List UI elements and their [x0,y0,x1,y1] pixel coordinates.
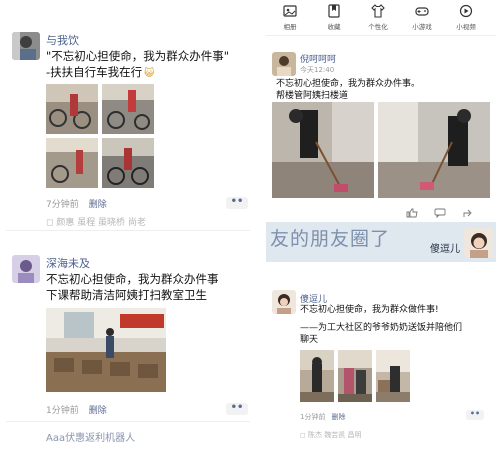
poster-name[interactable]: 深海未及 [46,255,90,271]
collection-icon [328,4,340,18]
moment-post: 倪呵呵呵 今天12:40 不忘初心担使命，我为群众办件事。 帮楼管阿姨扫楼道 [266,44,496,220]
like-icon[interactable] [406,208,418,218]
post-time: 7分钟前 [46,200,79,210]
post-text-line-2: -扶扶自行车我在行 😺 [46,65,155,79]
album-icon [283,5,297,17]
post-meta: 7分钟前 删除 [46,197,107,210]
post-meta: 1分钟前 删除 [300,412,345,422]
likes-row: ◻ 颜惠 虽程 虽晓桥 尚老 [46,218,146,228]
post-photo[interactable] [376,350,410,402]
post-photo[interactable] [300,350,334,402]
moments-banner: 友的朋友圈了 傻逗儿 [266,222,496,262]
post-text-line-3: 聊天 [300,335,319,345]
more-button[interactable]: •• [226,403,248,415]
comment-icon[interactable] [434,208,446,218]
share-icon[interactable] [462,208,474,218]
divider [6,421,250,422]
shortcut-minigame[interactable]: 小游戏 [406,4,438,31]
post-text-line-2: 下课帮助清洁阿姨打扫教室卫生 [46,288,207,302]
banner-text: 友的朋友圈了 [270,228,391,250]
banner-avatar[interactable] [464,228,494,258]
avatar[interactable] [272,52,296,76]
shortcut-personalize[interactable]: 个性化 [362,4,394,31]
post-time: 今天12:40 [300,66,335,74]
post-photo[interactable] [378,102,490,198]
shortcut-short-video[interactable]: 小视频 [450,4,482,31]
delete-link[interactable]: 删除 [89,200,107,210]
post-text-line-1: 不忘初心担使命，我为群众做件事! [300,305,439,315]
post-photo[interactable] [46,84,98,134]
moment-post: 深海未及 不忘初心担使命，我为群众办件事 下课帮助清洁阿姨打扫教室卫生 1分钟前… [6,245,250,445]
post-text-line-2: 帮楼管阿姨扫楼道 [276,91,349,101]
gamepad-icon [415,7,429,16]
poster-name[interactable]: 倪呵呵呵 [300,52,336,65]
poster-name[interactable]: 与我饮 [46,32,79,48]
more-button[interactable]: •• [226,197,248,209]
next-poster-name[interactable]: Aaa伏惠返利机器人 [46,429,135,444]
left-screenshot: 与我饮 "不忘初心担使命，我为群众办件事" -扶扶自行车我在行 😺 7分钟前 删除 … [6,0,250,451]
moment-post: 与我饮 "不忘初心担使命，我为群众办件事" -扶扶自行车我在行 😺 7分钟前 删除 … [6,0,250,228]
post-time: 1分钟前 [46,406,79,416]
post-photo[interactable] [102,138,154,188]
cat-emoji-icon: 😺 [144,68,155,79]
divider [6,230,250,231]
post-photo[interactable] [338,350,372,402]
post-photo[interactable] [272,102,374,198]
post-photo[interactable] [46,138,98,188]
moment-post: 傻逗儿 不忘初心担使命，我为群众做件事! ——为工大社区的爷爷奶奶送饭并陪他们 … [266,284,496,451]
post-text-line-1: 不忘初心担使命，我为群众办件事。 [276,79,421,89]
avatar[interactable] [12,255,40,283]
post-photo[interactable] [102,84,154,134]
avatar[interactable] [272,290,296,314]
delete-link[interactable]: 删除 [331,413,345,421]
post-text-line-1: "不忘初心担使命，我为群众办件事" [46,49,230,63]
right-screenshot: 相册 收藏 个性化 小游戏 小视频 倪呵呵呵 今天12:40 不忘初心担使命，我… [266,0,496,451]
shortcut-collection[interactable]: 收藏 [318,4,350,31]
avatar[interactable] [12,32,40,60]
clothes-icon [371,4,385,18]
post-photo[interactable] [46,308,166,392]
discover-icon-bar: 相册 收藏 个性化 小游戏 小视频 [266,0,496,36]
delete-link[interactable]: 删除 [89,406,107,416]
banner-user-name[interactable]: 傻逗儿 [430,240,460,255]
post-text-line-1: 不忘初心担使命，我为群众办件事 [46,272,219,286]
more-button[interactable]: •• [466,410,484,420]
post-text-line-2: ——为工大社区的爷爷奶奶送饭并陪他们 [300,323,463,333]
post-meta: 1分钟前 删除 [46,403,107,416]
video-icon [459,4,473,18]
shortcut-album[interactable]: 相册 [274,4,306,31]
likes-row: ◻ 陈杰 魏芸凯 昌明 [300,431,362,439]
post-time: 1分钟前 [300,413,326,421]
